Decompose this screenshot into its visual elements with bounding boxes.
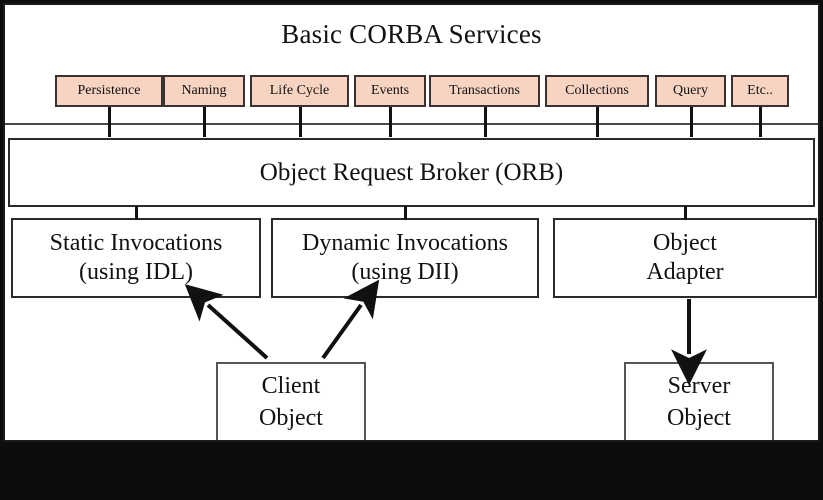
layer-box-line2: (using IDL) <box>79 259 193 285</box>
service-box-query: Query <box>655 75 726 107</box>
service-box-events: Events <box>354 75 426 107</box>
layer-box-line1: Dynamic Invocations <box>302 229 508 256</box>
orb-connector-stub <box>135 206 138 220</box>
orb-connector-stub <box>684 206 687 220</box>
layer-box-dynamic-invocations-using-dii: Dynamic Invocations (using DII) <box>271 218 539 298</box>
services-separator-line <box>5 123 818 125</box>
layer-box-static-invocations-using-idl: Static Invocations (using IDL) <box>11 218 261 298</box>
diagram-frame: Basic CORBA Services Persistence Naming Li… <box>3 3 820 442</box>
layer-box-line2: (using DII) <box>351 259 459 285</box>
endpoint-line2: Object <box>667 404 731 431</box>
page-title: Basic CORBA Services <box>281 19 542 49</box>
service-connector-stub <box>484 107 487 137</box>
diagram-canvas: Basic CORBA Services Persistence Naming Li… <box>0 0 823 500</box>
service-box-etc: Etc.. <box>731 75 789 107</box>
object-request-broker-bar: Object Request Broker (ORB) <box>8 138 815 207</box>
arrow-client-to-dynamic <box>321 279 380 360</box>
layer-box-line1: Static Invocations <box>49 229 223 256</box>
endpoint-line1: Server <box>667 373 731 399</box>
layer-box-object-adapter: Object Adapter <box>553 218 817 298</box>
endpoint-box-server-object: Server Object <box>624 362 774 440</box>
service-connector-stub <box>389 107 392 137</box>
service-box-transactions: Transactions <box>429 75 540 107</box>
arrow-client-to-static <box>184 284 269 360</box>
layer-box-line1: Object <box>653 229 717 256</box>
layer-box-line2: Adapter <box>646 259 724 285</box>
service-connector-stub <box>759 107 762 137</box>
service-connector-stub <box>690 107 693 137</box>
service-box-persistence: Persistence <box>55 75 163 107</box>
endpoint-line1: Client <box>261 373 321 399</box>
service-connector-stub <box>596 107 599 137</box>
service-connector-stub <box>299 107 302 137</box>
service-box-naming: Naming <box>163 75 245 107</box>
bottom-black-band <box>0 442 823 500</box>
service-connector-stub <box>203 107 206 137</box>
endpoint-box-client-object: Client Object <box>216 362 366 440</box>
orb-connector-stub <box>404 206 407 220</box>
service-box-collections: Collections <box>545 75 649 107</box>
service-box-life-cycle: Life Cycle <box>250 75 349 107</box>
endpoint-line2: Object <box>259 404 323 431</box>
service-connector-stub <box>108 107 111 137</box>
